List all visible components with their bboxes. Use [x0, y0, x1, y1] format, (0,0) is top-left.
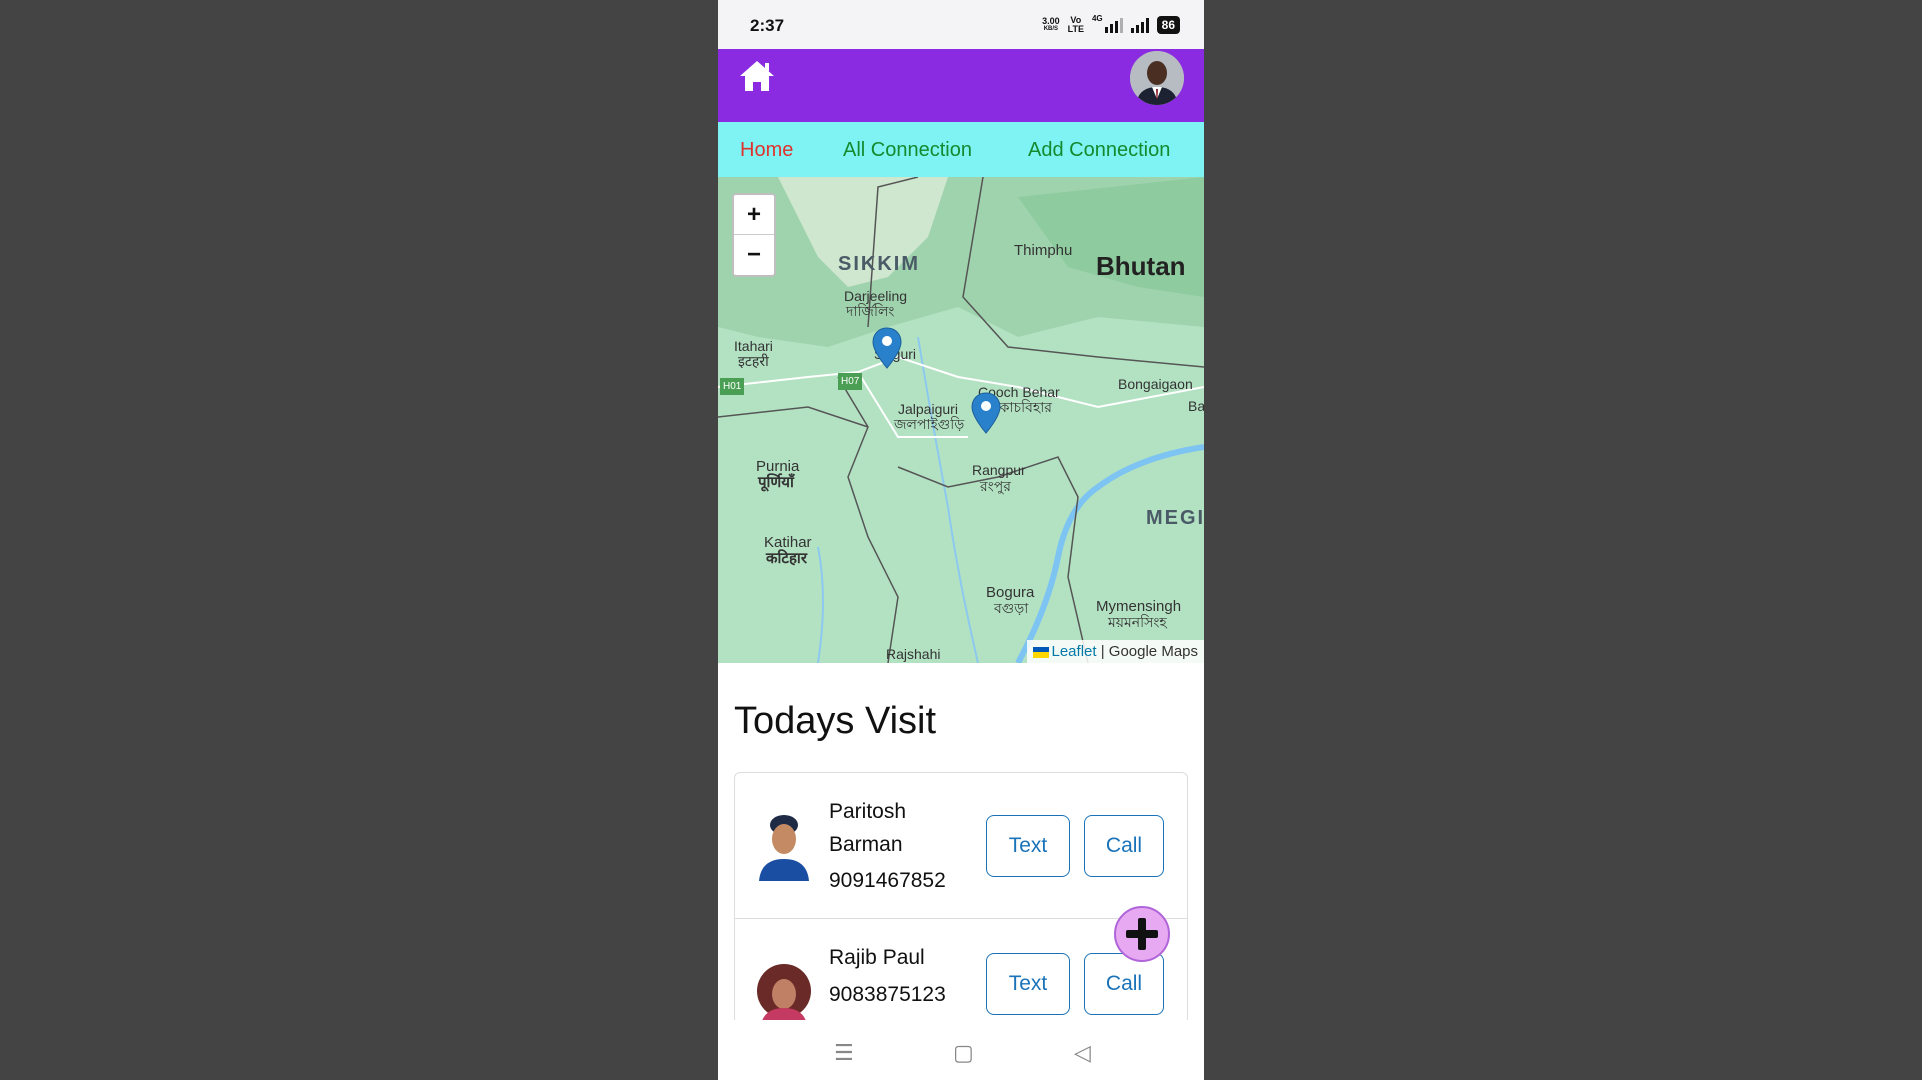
signal-icon-1: [1104, 17, 1123, 33]
map-label-darjeeling-local: দার্জিলিং: [846, 303, 895, 319]
map-label-h07: H07: [838, 373, 863, 390]
add-visit-button[interactable]: [1114, 906, 1170, 962]
map-label-bhutan: Bhutan: [1096, 251, 1186, 281]
map-marker-icon[interactable]: [971, 392, 1001, 434]
contact-name: Rajib Paul: [829, 946, 925, 969]
status-bar: 2:37 3.00 KB/S Vo LTE 4G 86: [718, 0, 1204, 49]
menu-icon[interactable]: ☰: [834, 1040, 854, 1066]
map-label-katihar-local: कटिहार: [766, 550, 807, 567]
map-label-h01: H01: [720, 378, 745, 395]
call-button[interactable]: Call: [1084, 815, 1164, 877]
nav-home[interactable]: Home: [740, 139, 793, 162]
map-view[interactable]: SIKKIM Thimphu Bhutan Darjeeling দার্জিল…: [718, 177, 1204, 663]
map-label-rajshahi: Rajshahi: [886, 646, 941, 662]
status-icons: 3.00 KB/S Vo LTE 4G 86: [1042, 14, 1180, 36]
map-label-rangpur: Rangpur: [972, 462, 1026, 478]
map-label-thimphu: Thimphu: [1014, 242, 1073, 259]
text-button[interactable]: Text: [986, 815, 1070, 877]
contact-phone: 9091467852: [829, 869, 946, 892]
map-label-cooch-behar-local: কোচবিহার: [994, 399, 1053, 415]
map-label-bogura: Bogura: [986, 584, 1035, 601]
app-bar: [718, 49, 1204, 122]
section-title: Todays Visit: [734, 700, 937, 742]
volte-indicator: Vo LTE: [1067, 15, 1084, 34]
ukraine-flag-icon: [1032, 646, 1049, 658]
phone-screen: 2:37 3.00 KB/S Vo LTE 4G 86 Home All Con…: [718, 0, 1204, 1080]
map-label-mymensingh-local: ময়মনসিংহ: [1108, 614, 1167, 630]
plus-icon: [1126, 918, 1158, 950]
map-label-purnia: Purnia: [756, 458, 800, 475]
map-label-purnia-local: पूर्णियाँ: [758, 474, 794, 491]
map-label-rangpur-local: রংপুর: [980, 478, 1011, 494]
map-label-bogura-local: বগুড়া: [994, 600, 1029, 616]
back-icon[interactable]: ◁: [1074, 1040, 1091, 1066]
home-icon[interactable]: [738, 59, 776, 93]
map-marker-icon[interactable]: [872, 327, 902, 369]
map-label-itahari: Itahari: [734, 338, 773, 354]
map-label-bongaigaon: Bongaigaon: [1118, 376, 1193, 392]
map-label-mymensingh: Mymensingh: [1096, 598, 1182, 615]
contact-avatar: [757, 964, 811, 1023]
leaflet-link[interactable]: Leaflet: [1052, 643, 1097, 660]
visit-list: Paritosh Barman 9091467852 Text Call Raj…: [734, 772, 1188, 1024]
contact-avatar: [759, 815, 809, 881]
contact-phone: 9083875123: [829, 983, 946, 1006]
map-label-katihar: Katihar: [764, 534, 812, 551]
zoom-out-button[interactable]: −: [734, 235, 774, 274]
map-label-itahari-local: इटहरी: [738, 353, 769, 369]
map-attribution: Leaflet | Google Maps: [1026, 640, 1204, 663]
text-button[interactable]: Text: [986, 953, 1070, 1015]
zoom-control: + −: [732, 193, 776, 277]
nav-all-connection[interactable]: All Connection: [843, 139, 972, 162]
system-nav-bar: ☰ ▢ ◁: [718, 1020, 1204, 1080]
zoom-in-button[interactable]: +: [734, 195, 774, 235]
map-label-jalpaiguri: Jalpaiguri: [898, 401, 958, 417]
network-type: 4G: [1091, 14, 1103, 23]
status-time: 2:37: [750, 16, 785, 35]
list-item: Paritosh Barman 9091467852 Text Call: [735, 773, 1187, 919]
nav-add-connection[interactable]: Add Connection: [1028, 139, 1170, 162]
signal-icon-2: [1130, 17, 1149, 33]
map-label-jalpaiguri-local: জলপাইগুড়ি: [894, 416, 965, 432]
attribution-provider: Google Maps: [1108, 643, 1198, 660]
user-avatar[interactable]: [1130, 51, 1184, 105]
map-label-megh: MEGI: [1146, 507, 1204, 529]
nav-bar: Home All Connection Add Connection: [718, 122, 1204, 177]
map-label-sikkim: SIKKIM: [838, 253, 920, 275]
home-nav-icon[interactable]: ▢: [953, 1040, 974, 1066]
map-label-darjeeling: Darjeeling: [844, 288, 908, 304]
contact-name: Paritosh Barman: [829, 800, 907, 856]
battery-icon: 86: [1156, 16, 1180, 34]
network-speed: 3.00 KB/S: [1042, 16, 1060, 33]
map-label-ba: Ba: [1188, 398, 1204, 414]
